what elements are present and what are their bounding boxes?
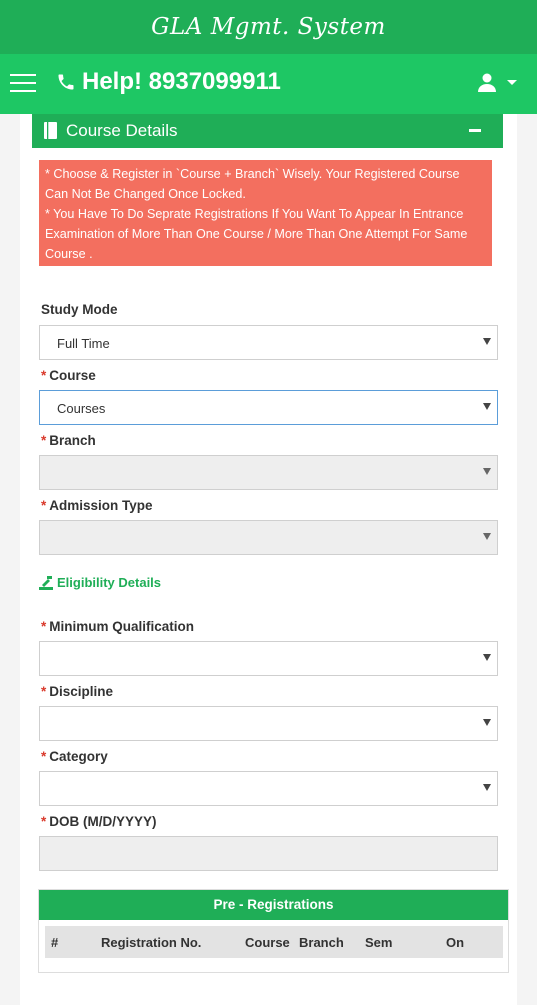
phone-icon (58, 74, 74, 90)
required-mark: * (41, 433, 47, 448)
hamburger-icon[interactable] (10, 74, 36, 94)
warning-alert: * Choose & Register in `Course + Branch`… (39, 160, 492, 266)
course-value: Courses (57, 401, 106, 416)
dropdown-arrow-icon (483, 784, 491, 791)
required-mark: * (41, 498, 47, 513)
book-icon (44, 122, 57, 139)
column-header: Sem (365, 935, 393, 950)
column-header: Course (245, 935, 290, 950)
admission-type-label: * Admission Type (41, 498, 153, 513)
course-select[interactable]: Courses (39, 390, 498, 425)
required-mark: * (41, 368, 47, 383)
column-header: Registration No. (101, 935, 202, 950)
study-mode-label: Study Mode (41, 302, 118, 317)
discipline-select[interactable] (39, 706, 498, 741)
min-qualification-label: * Minimum Qualification (41, 619, 195, 634)
user-icon (478, 73, 496, 92)
required-mark: * (41, 684, 47, 699)
column-header: Branch (299, 935, 344, 950)
dropdown-arrow-icon (483, 654, 491, 661)
graduation-icon (39, 575, 53, 590)
study-mode-value: Full Time (57, 336, 110, 351)
dob-label: * DOB (M/D/YYYY) (41, 814, 157, 829)
dropdown-arrow-icon (483, 533, 491, 540)
min-qualification-select[interactable] (39, 641, 498, 676)
required-mark: * (41, 814, 47, 829)
dropdown-arrow-icon (483, 719, 491, 726)
eligibility-heading: Eligibility Details (39, 575, 161, 590)
app-title-bar: GLA Mgmt. System (0, 0, 537, 54)
category-select[interactable] (39, 771, 498, 806)
main-content: Course Details * Choose & Register in `C… (20, 114, 517, 1005)
chevron-down-icon (507, 79, 517, 85)
app-title: GLA Mgmt. System (151, 14, 386, 40)
branch-label: * Branch (41, 433, 96, 448)
help-line[interactable]: Help! 8937099911 (56, 68, 281, 96)
study-mode-select[interactable]: Full Time (39, 325, 498, 360)
column-header: On (446, 935, 465, 950)
required-mark: * (41, 749, 47, 764)
admission-type-select[interactable] (39, 520, 498, 555)
dropdown-arrow-icon (483, 403, 491, 410)
column-header: # (51, 935, 59, 950)
discipline-label: * Discipline (41, 684, 114, 699)
pre-registrations-title: Pre - Registrations (39, 890, 508, 920)
category-label: * Category (41, 749, 108, 764)
panel-title: Course Details (66, 121, 178, 140)
user-menu-button[interactable] (477, 72, 517, 92)
branch-select[interactable] (39, 455, 498, 490)
course-label: * Course (41, 368, 96, 383)
required-mark: * (41, 619, 47, 634)
dropdown-arrow-icon (483, 468, 491, 475)
alert-line-2: * You Have To Do Seprate Registrations I… (45, 207, 468, 261)
dropdown-arrow-icon (483, 338, 491, 345)
page: GLA Mgmt. System Help! 8937099911 shiksh… (0, 0, 537, 1005)
dob-input[interactable] (39, 836, 498, 871)
nav-bar: Help! 8937099911 (0, 54, 537, 114)
pre-registrations-table-header: # Registration No. Course Branch Sem On (45, 926, 503, 958)
panel-header: Course Details (32, 114, 503, 148)
minus-icon[interactable] (469, 129, 481, 132)
help-text: Help! 8937099911 (82, 68, 281, 95)
pre-registrations-panel: Pre - Registrations # Registration No. C… (38, 889, 509, 973)
alert-line-1: * Choose & Register in `Course + Branch`… (45, 167, 460, 201)
